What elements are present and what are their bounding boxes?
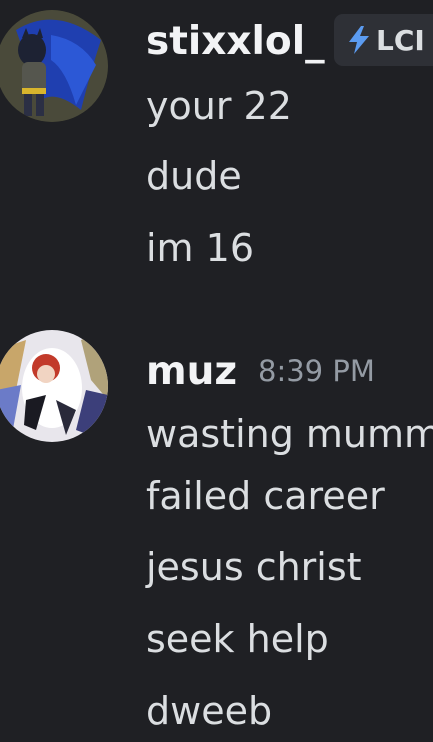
user-avatar-stixxlol[interactable] [0,10,108,122]
message-text: im 16 [146,226,255,270]
message-text: your 22 [146,84,292,128]
message-text: wasting mumm [146,412,433,456]
user-avatar-muz[interactable] [0,330,108,442]
lightning-bolt-icon [349,26,369,54]
username-muz[interactable]: muz [146,352,237,391]
message-text: jesus christ [146,545,362,589]
server-tag-label: LCI [376,23,425,57]
username-stixxlol[interactable]: stixxlol_ [146,22,325,61]
message-text: dweeb [146,689,273,733]
message-text: dude [146,154,242,198]
batman-avatar-image [0,10,108,122]
message-timestamp: 8:39 PM [258,354,375,388]
server-tag-badge[interactable]: LCI [334,14,433,66]
message-text: failed career [146,474,385,518]
message-text: seek help [146,617,329,661]
anime-character-avatar-image [0,330,108,442]
